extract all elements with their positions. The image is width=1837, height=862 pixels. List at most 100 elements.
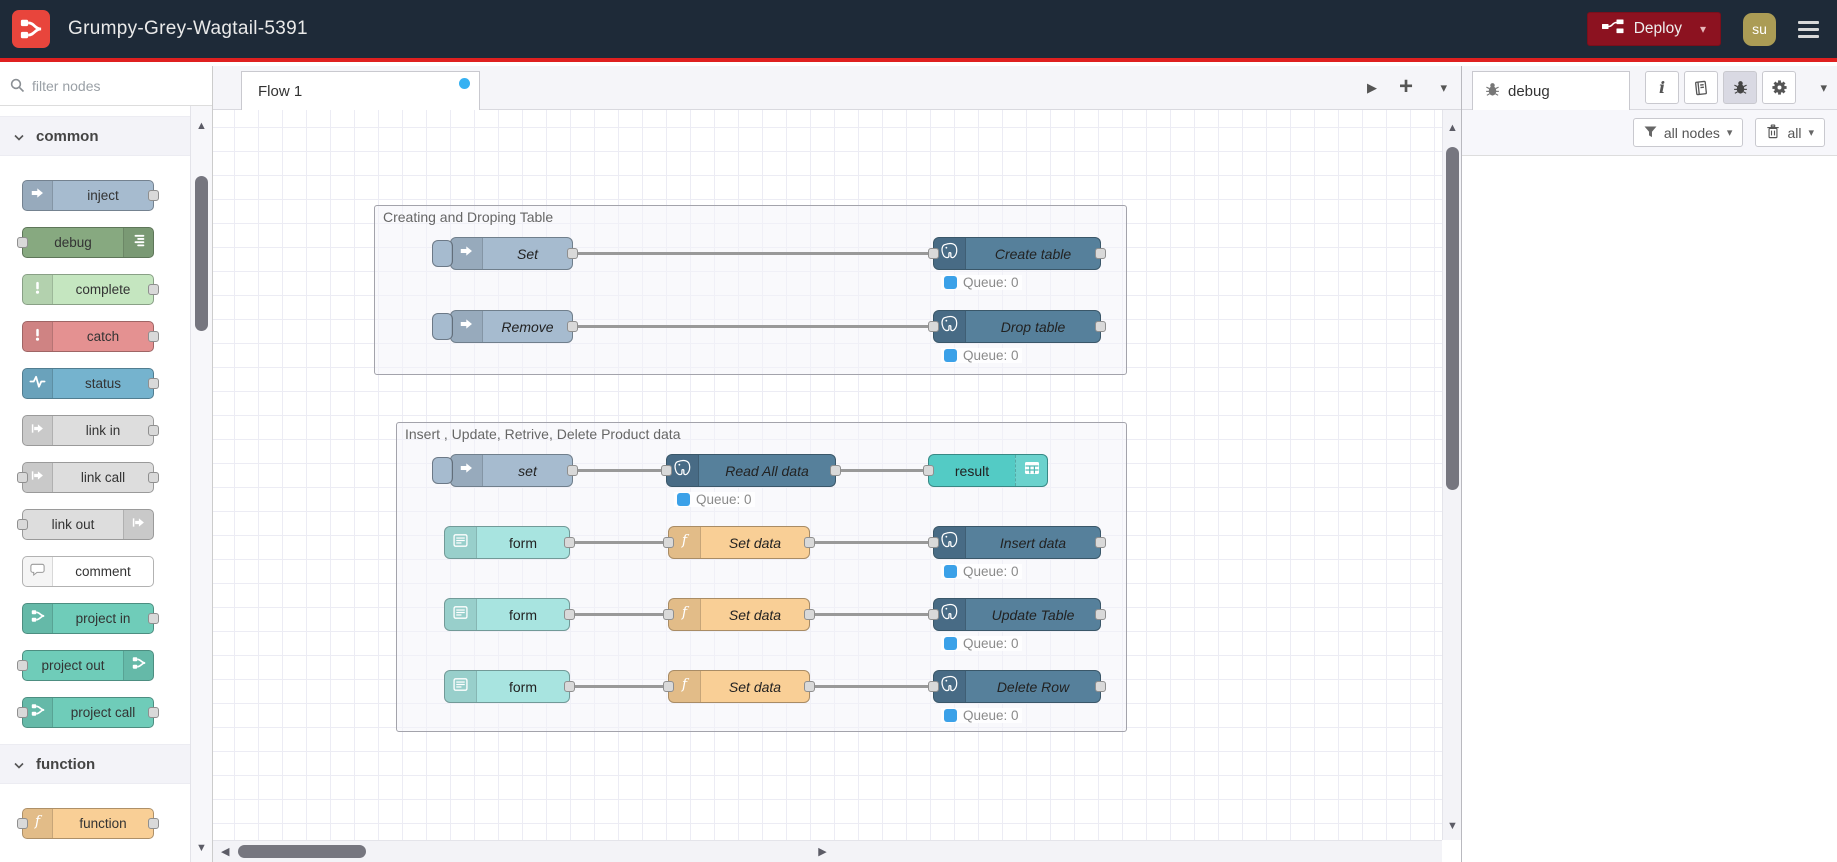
inject-button[interactable] xyxy=(432,240,453,267)
scroll-up-icon[interactable]: ▲ xyxy=(1447,122,1458,134)
node-output-port[interactable] xyxy=(148,425,159,436)
flow-node-readall[interactable]: Read All data xyxy=(661,454,841,487)
flow-node-del[interactable]: Delete Row xyxy=(928,670,1106,703)
node-output-port[interactable] xyxy=(1095,248,1106,259)
deploy-chevron-icon[interactable]: ▾ xyxy=(1692,22,1706,36)
wire-set2-readall[interactable] xyxy=(578,469,661,472)
flow-node-insert[interactable]: Insert data xyxy=(928,526,1106,559)
node-output-port[interactable] xyxy=(1095,609,1106,620)
user-avatar[interactable]: su xyxy=(1743,12,1776,46)
flow-node-set1[interactable]: Set xyxy=(432,237,578,270)
node-output-port[interactable] xyxy=(564,609,575,620)
node-input-port[interactable] xyxy=(17,472,28,483)
info-tab-button[interactable]: i xyxy=(1645,71,1679,104)
help-book-icon[interactable] xyxy=(1684,71,1718,104)
node-input-port[interactable] xyxy=(661,465,672,476)
node-input-port[interactable] xyxy=(928,681,939,692)
debug-filter-button[interactable]: all nodes ▾ xyxy=(1632,118,1744,147)
palette-node-status[interactable]: status xyxy=(22,368,159,399)
palette-node-catch[interactable]: catch xyxy=(22,321,159,352)
inject-button[interactable] xyxy=(432,457,453,484)
node-output-port[interactable] xyxy=(567,465,578,476)
node-output-port[interactable] xyxy=(148,818,159,829)
flow-node-form3[interactable]: form xyxy=(444,670,575,703)
debug-messages-panel[interactable] xyxy=(1462,156,1837,862)
next-tab-button[interactable]: ▶ xyxy=(1367,66,1377,110)
node-input-port[interactable] xyxy=(928,609,939,620)
palette-node-link-out[interactable]: link out xyxy=(17,509,154,540)
node-output-port[interactable] xyxy=(804,537,815,548)
wire-form1-fn1[interactable] xyxy=(575,541,663,544)
scroll-right-icon[interactable]: ▶ xyxy=(213,845,1432,858)
flow-node-fn2[interactable]: f Set data xyxy=(663,598,815,631)
flow-node-result[interactable]: result xyxy=(923,454,1048,487)
flow-node-set2[interactable]: set xyxy=(432,454,578,487)
node-input-port[interactable] xyxy=(17,660,28,671)
node-output-port[interactable] xyxy=(148,613,159,624)
wire-fn2-update[interactable] xyxy=(815,613,928,616)
node-input-port[interactable] xyxy=(663,681,674,692)
node-output-port[interactable] xyxy=(804,681,815,692)
node-output-port[interactable] xyxy=(148,190,159,201)
node-output-port[interactable] xyxy=(148,331,159,342)
node-output-port[interactable] xyxy=(567,321,578,332)
palette-scrollbar-thumb[interactable] xyxy=(195,176,208,331)
tab-debug[interactable]: debug xyxy=(1472,71,1630,110)
node-output-port[interactable] xyxy=(148,707,159,718)
scroll-up-icon[interactable]: ▲ xyxy=(191,120,212,132)
palette-search[interactable] xyxy=(0,66,212,106)
node-input-port[interactable] xyxy=(928,248,939,259)
palette-node-inject[interactable]: inject xyxy=(22,180,159,211)
flow-node-create[interactable]: Create table xyxy=(928,237,1106,270)
palette-node-debug[interactable]: debug xyxy=(17,227,154,258)
flow-node-fn3[interactable]: f Set data xyxy=(663,670,815,703)
node-output-port[interactable] xyxy=(148,284,159,295)
node-input-port[interactable] xyxy=(923,465,934,476)
node-input-port[interactable] xyxy=(17,707,28,718)
palette-node-project-in[interactable]: project in xyxy=(22,603,159,634)
node-output-port[interactable] xyxy=(148,472,159,483)
inject-button[interactable] xyxy=(432,313,453,340)
sidebar-menu-chevron-icon[interactable]: ▾ xyxy=(1820,80,1827,96)
node-input-port[interactable] xyxy=(663,609,674,620)
node-output-port[interactable] xyxy=(148,378,159,389)
palette-node-comment[interactable]: comment xyxy=(22,556,154,587)
node-output-port[interactable] xyxy=(1095,681,1106,692)
node-output-port[interactable] xyxy=(804,609,815,620)
flow-node-remove[interactable]: Remove xyxy=(432,310,578,343)
node-input-port[interactable] xyxy=(17,237,28,248)
vertical-scrollbar-thumb[interactable] xyxy=(1446,147,1459,490)
wire-form2-fn2[interactable] xyxy=(575,613,663,616)
palette-node-project-out[interactable]: project out xyxy=(17,650,154,681)
palette-node-link-call[interactable]: link call xyxy=(17,462,159,493)
flow-node-fn1[interactable]: f Set data xyxy=(663,526,815,559)
palette-node-link-in[interactable]: link in xyxy=(22,415,159,446)
wire-readall-result[interactable] xyxy=(841,469,923,472)
palette-node-function[interactable]: f function xyxy=(17,808,159,839)
flow-node-update[interactable]: Update Table xyxy=(928,598,1106,631)
palette-category-function[interactable]: function xyxy=(0,744,190,784)
node-output-port[interactable] xyxy=(567,248,578,259)
palette-node-project-call[interactable]: project call xyxy=(17,697,159,728)
wire-form3-fn3[interactable] xyxy=(575,685,663,688)
node-output-port[interactable] xyxy=(1095,321,1106,332)
node-input-port[interactable] xyxy=(17,519,28,530)
deploy-button[interactable]: Deploy ▾ xyxy=(1586,12,1721,46)
flow-node-drop[interactable]: Drop table xyxy=(928,310,1106,343)
scroll-down-icon[interactable]: ▼ xyxy=(1447,820,1458,832)
flow-node-form1[interactable]: form xyxy=(444,526,575,559)
palette-category-common[interactable]: common xyxy=(0,116,190,156)
add-flow-button[interactable]: + xyxy=(1399,66,1413,110)
tab-list-chevron-icon[interactable]: ▾ xyxy=(1440,66,1447,110)
node-input-port[interactable] xyxy=(663,537,674,548)
flow-canvas[interactable]: Creating and Droping Table Insert , Updat… xyxy=(213,110,1442,840)
node-output-port[interactable] xyxy=(1095,537,1106,548)
node-input-port[interactable] xyxy=(928,537,939,548)
scroll-down-icon[interactable]: ▼ xyxy=(191,842,212,854)
palette-filter-input[interactable] xyxy=(0,66,212,105)
settings-gear-icon[interactable] xyxy=(1762,71,1796,104)
wire-fn1-insert[interactable] xyxy=(815,541,928,544)
palette-node-complete[interactable]: complete xyxy=(22,274,159,305)
node-input-port[interactable] xyxy=(928,321,939,332)
node-output-port[interactable] xyxy=(830,465,841,476)
